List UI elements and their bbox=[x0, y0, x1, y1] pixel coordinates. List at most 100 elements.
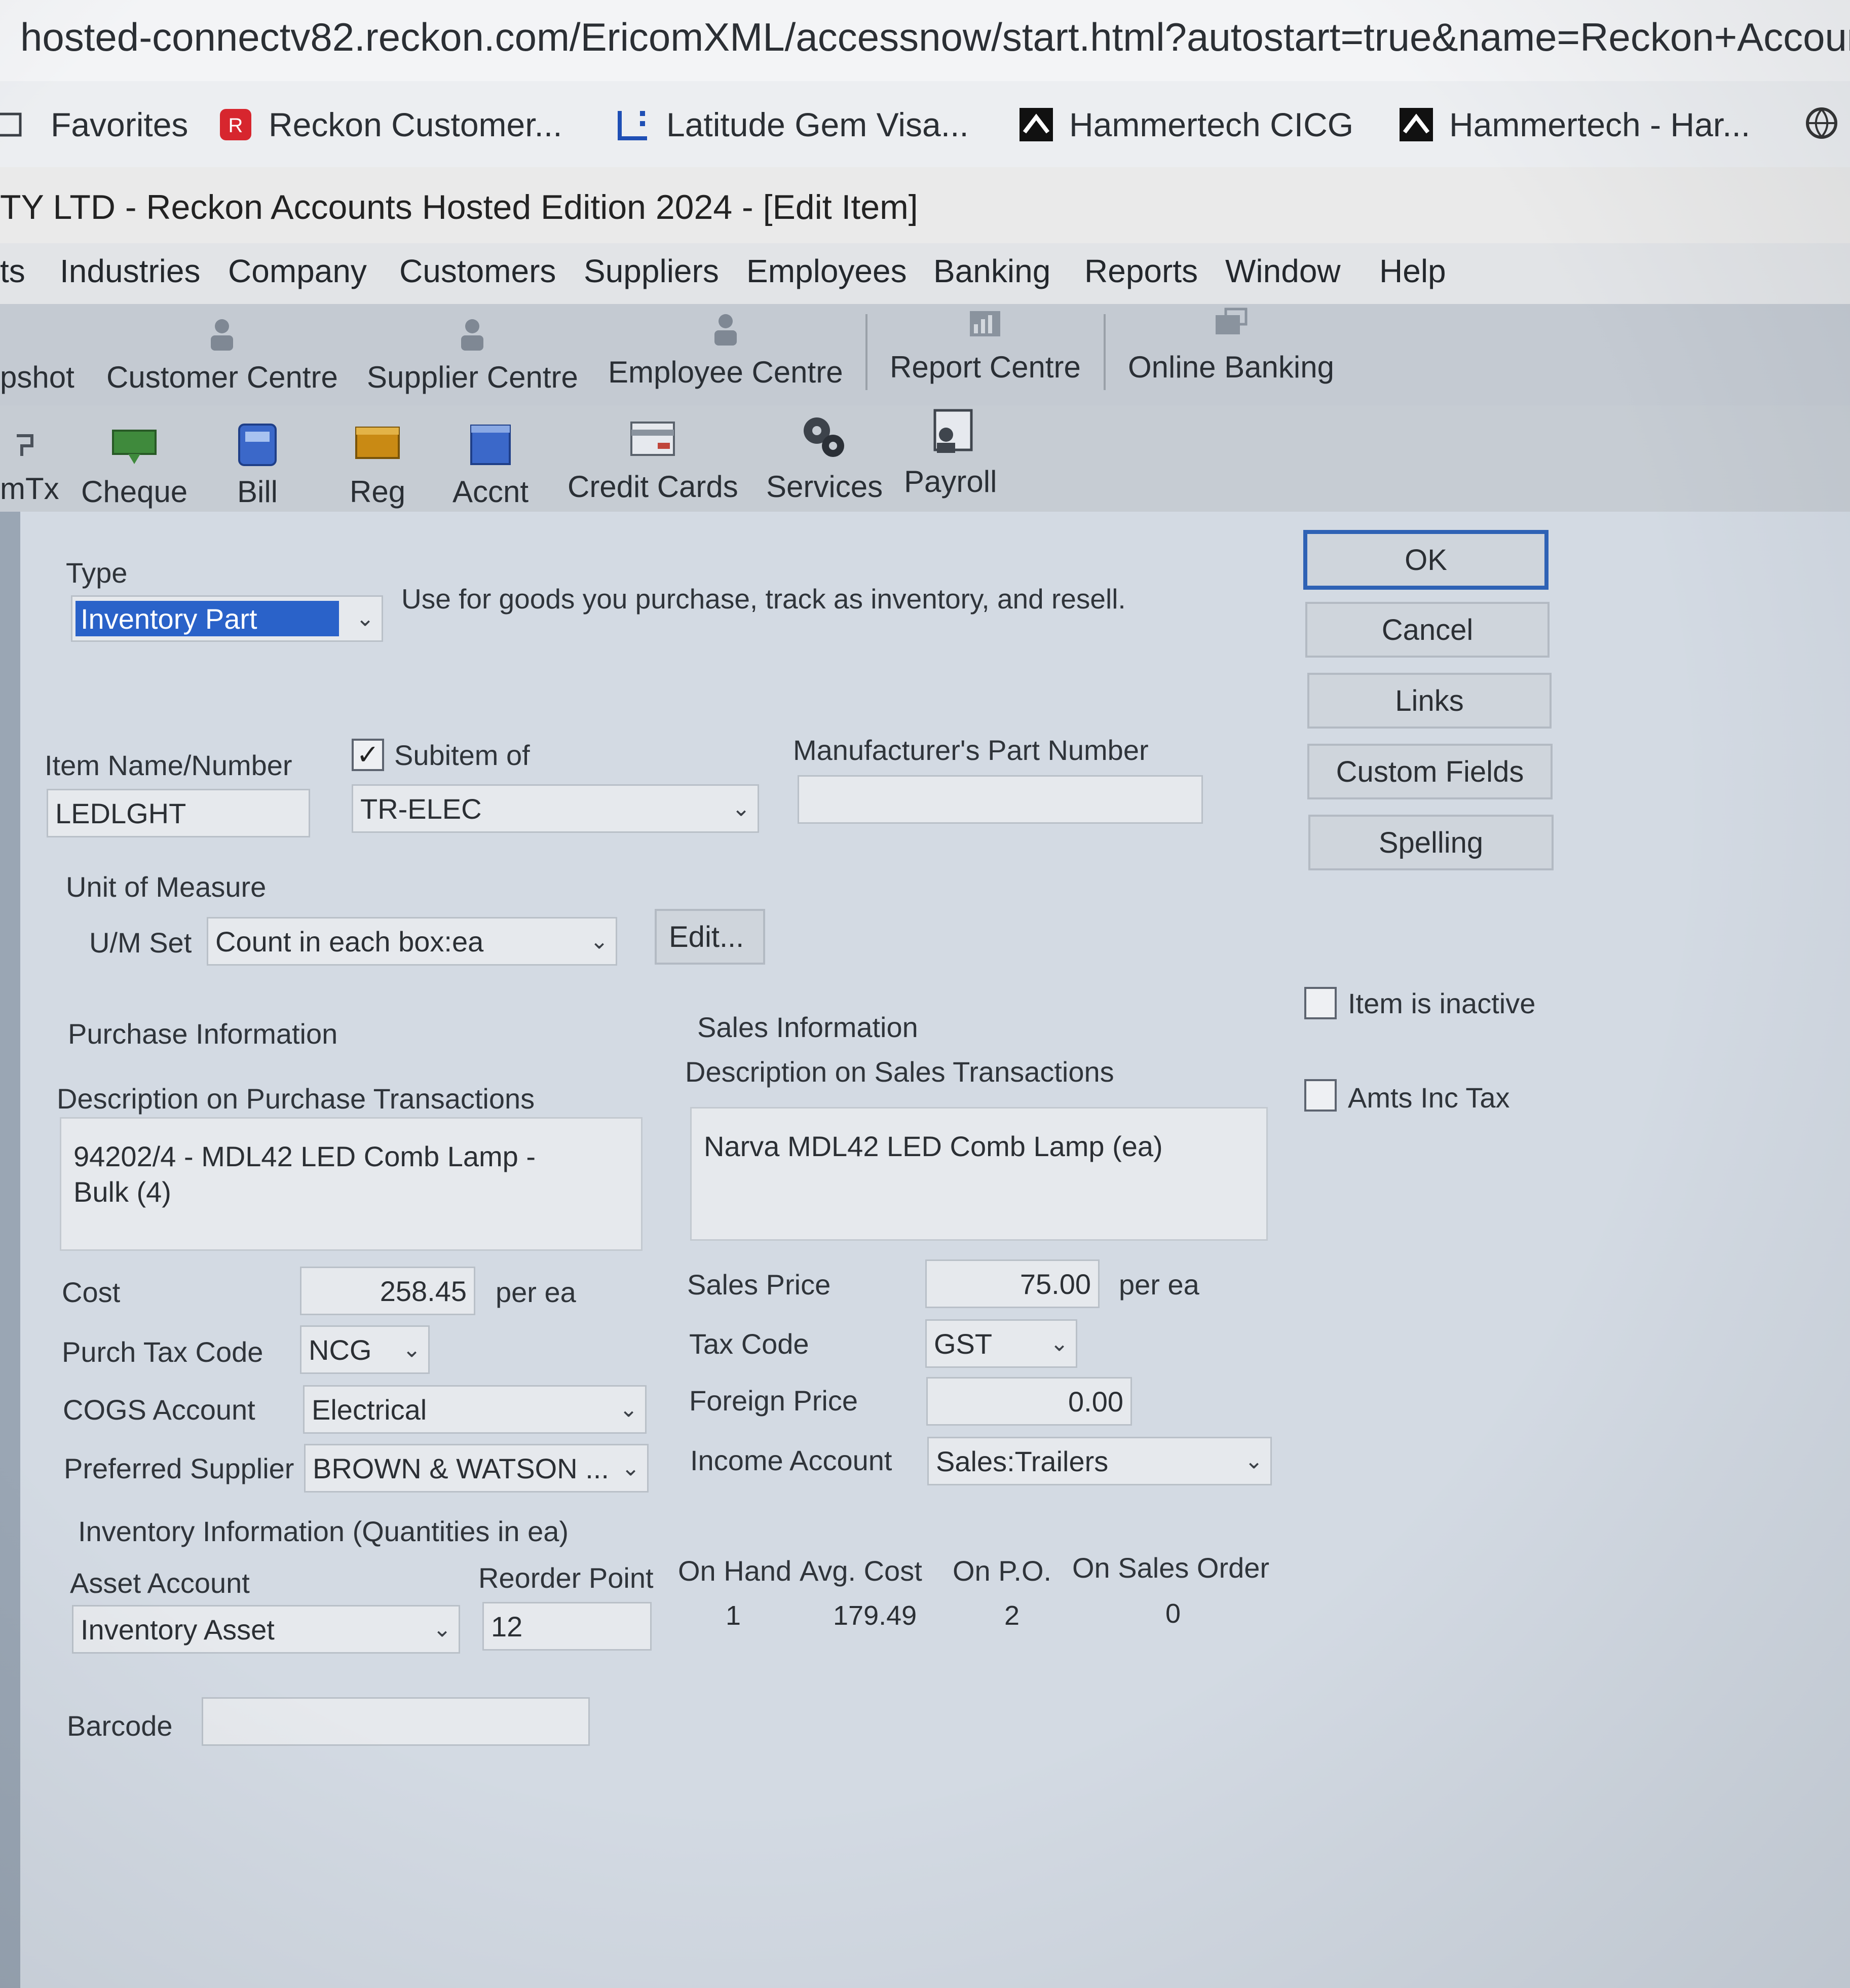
item-inactive-label: Item is inactive bbox=[1348, 987, 1536, 1019]
report-centre-button[interactable]: Report Centre bbox=[890, 304, 1081, 385]
menu-banking[interactable]: Banking bbox=[933, 252, 1050, 290]
item-name-input[interactable]: LEDLGHT bbox=[47, 789, 310, 837]
menu-window[interactable]: Window bbox=[1225, 252, 1341, 290]
ok-button[interactable]: OK bbox=[1303, 530, 1549, 590]
purch-tax-code-label: Purch Tax Code bbox=[62, 1336, 263, 1368]
purchase-desc-textarea[interactable]: 94202/4 - MDL42 LED Comb Lamp - Bulk (4) bbox=[60, 1117, 643, 1251]
account-button[interactable]: Accnt bbox=[452, 420, 528, 509]
online-banking-icon bbox=[1216, 308, 1248, 334]
menu-suppliers[interactable]: Suppliers bbox=[584, 252, 719, 290]
services-button[interactable]: Services bbox=[766, 410, 883, 504]
on-sales-order-value: 0 bbox=[1165, 1598, 1181, 1629]
purchase-info-heading: Purchase Information bbox=[68, 1018, 338, 1050]
purch-tax-code-select[interactable]: NCG ⌄ bbox=[300, 1325, 430, 1374]
uom-edit-button[interactable]: Edit... bbox=[655, 909, 765, 965]
income-account-label: Income Account bbox=[690, 1444, 892, 1476]
svg-text:R: R bbox=[229, 114, 243, 137]
favorite-latitude[interactable]: Latitude Gem Visa... bbox=[616, 105, 969, 144]
cost-unit: per ea bbox=[496, 1276, 576, 1308]
menu-help[interactable]: Help bbox=[1379, 252, 1446, 290]
favorite-hammertech-har[interactable]: Hammertech - Har... bbox=[1399, 105, 1750, 144]
customer-centre-button[interactable]: Customer Centre bbox=[106, 314, 338, 395]
supplier-centre-button[interactable]: Supplier Centre bbox=[367, 314, 578, 395]
menu-company[interactable]: Company bbox=[228, 252, 367, 290]
asset-account-select[interactable]: Inventory Asset ⌄ bbox=[72, 1605, 460, 1654]
barcode-label: Barcode bbox=[67, 1710, 173, 1742]
asset-account-value: Inventory Asset bbox=[81, 1613, 275, 1646]
bill-button[interactable]: Bill bbox=[233, 420, 282, 509]
subitem-select[interactable]: TR-ELEC ⌄ bbox=[352, 784, 759, 833]
sales-desc-textarea[interactable]: Narva MDL42 LED Comb Lamp (ea) bbox=[690, 1107, 1268, 1241]
menu-reports[interactable]: Reports bbox=[1084, 252, 1198, 290]
cogs-account-select[interactable]: Electrical ⌄ bbox=[303, 1385, 647, 1434]
subitem-checkbox[interactable]: ✓ bbox=[352, 739, 384, 771]
menu-item[interactable]: ts bbox=[0, 252, 25, 290]
hammertech-logo-icon bbox=[1400, 108, 1433, 141]
barcode-input[interactable] bbox=[202, 1697, 590, 1746]
purch-tax-code-value: NCG bbox=[309, 1333, 372, 1366]
toolbar-label: Cheque bbox=[81, 475, 188, 509]
credit-cards-button[interactable]: Credit Cards bbox=[568, 415, 738, 504]
favorite-hammertech-cicg[interactable]: Hammertech CICG bbox=[1018, 105, 1353, 144]
tax-code-select[interactable]: GST ⌄ bbox=[925, 1319, 1077, 1368]
favorite-label: Hammertech CICG bbox=[1069, 106, 1354, 143]
reorder-point-input[interactable]: 12 bbox=[482, 1602, 652, 1651]
favorite-reckon-customer[interactable]: R Reckon Customer... bbox=[218, 105, 562, 144]
sales-price-input[interactable]: 75.00 bbox=[925, 1259, 1100, 1308]
toolbar-label: mTx bbox=[0, 472, 59, 506]
online-banking-button[interactable]: Online Banking bbox=[1128, 304, 1334, 385]
browser-address-bar[interactable]: hosted-connectv82.reckon.com/EricomXML/a… bbox=[0, 0, 1850, 81]
address-url[interactable]: hosted-connectv82.reckon.com/EricomXML/a… bbox=[20, 14, 1850, 60]
chevron-down-icon: ⌄ bbox=[433, 1617, 451, 1642]
payroll-button[interactable]: Payroll bbox=[904, 405, 997, 499]
preferred-supplier-select[interactable]: BROWN & WATSON ... ⌄ bbox=[304, 1444, 649, 1493]
type-selected-value: Inventory Part bbox=[75, 601, 339, 636]
cost-input[interactable]: 258.45 bbox=[300, 1267, 475, 1315]
chevron-down-icon: ⌄ bbox=[1244, 1448, 1263, 1474]
chevron-down-icon: ⌄ bbox=[402, 1337, 421, 1362]
income-account-select[interactable]: Sales:Trailers ⌄ bbox=[927, 1437, 1272, 1485]
um-set-select[interactable]: Count in each box:ea ⌄ bbox=[207, 917, 617, 966]
register-icon bbox=[355, 427, 400, 459]
snapshot-button[interactable]: pshot bbox=[0, 360, 74, 395]
cost-label: Cost bbox=[62, 1276, 121, 1308]
toolbar-separator bbox=[1104, 314, 1106, 390]
custom-fields-button[interactable]: Custom Fields bbox=[1307, 744, 1553, 799]
chevron-down-icon: ⌄ bbox=[619, 1397, 638, 1422]
asset-account-label: Asset Account bbox=[70, 1567, 250, 1599]
foreign-price-input[interactable]: 0.00 bbox=[926, 1377, 1132, 1426]
favorites-folder[interactable]: Favorites bbox=[0, 105, 188, 144]
subitem-value: TR-ELEC bbox=[360, 792, 482, 825]
mfr-part-input[interactable] bbox=[798, 775, 1203, 824]
chevron-down-icon: ⌄ bbox=[356, 606, 374, 631]
menu-employees[interactable]: Employees bbox=[746, 252, 907, 290]
menu-bar: ts Industries Company Customers Supplier… bbox=[0, 243, 1850, 305]
supplier-centre-icon bbox=[461, 319, 484, 351]
transaction-toolbar: mTx Cheque Bill Reg Accnt Credit Cards S… bbox=[0, 405, 1850, 514]
spelling-button[interactable]: Spelling bbox=[1308, 815, 1554, 870]
toolbar-label: Reg bbox=[350, 475, 406, 509]
account-icon bbox=[470, 425, 511, 465]
favorite-globe[interactable] bbox=[1804, 105, 1839, 141]
chevron-down-icon: ⌄ bbox=[1050, 1331, 1069, 1356]
toolbar-label: Services bbox=[766, 470, 883, 504]
menu-customers[interactable]: Customers bbox=[399, 252, 556, 290]
employee-centre-button[interactable]: Employee Centre bbox=[608, 309, 843, 390]
item-name-label: Item Name/Number bbox=[45, 749, 292, 781]
hammertech-logo-icon bbox=[1020, 108, 1053, 141]
amts-inc-tax-checkbox[interactable] bbox=[1304, 1079, 1337, 1112]
links-button[interactable]: Links bbox=[1307, 673, 1552, 729]
type-select[interactable]: Inventory Part ⌄ bbox=[71, 595, 383, 642]
toolbar-label: Supplier Centre bbox=[367, 360, 578, 394]
menu-industries[interactable]: Industries bbox=[60, 252, 200, 290]
toolbar-label: Report Centre bbox=[890, 350, 1081, 384]
on-hand-value: 1 bbox=[726, 1600, 741, 1631]
folder-icon bbox=[0, 112, 22, 137]
item-inactive-checkbox[interactable] bbox=[1304, 987, 1337, 1019]
memtx-button[interactable]: mTx bbox=[0, 431, 59, 506]
avg-cost-value: 179.49 bbox=[833, 1600, 917, 1631]
register-button[interactable]: Reg bbox=[350, 420, 405, 509]
cheque-button[interactable]: Cheque bbox=[81, 426, 187, 509]
favorite-label: Hammertech - Har... bbox=[1449, 106, 1751, 143]
cancel-button[interactable]: Cancel bbox=[1305, 602, 1550, 658]
